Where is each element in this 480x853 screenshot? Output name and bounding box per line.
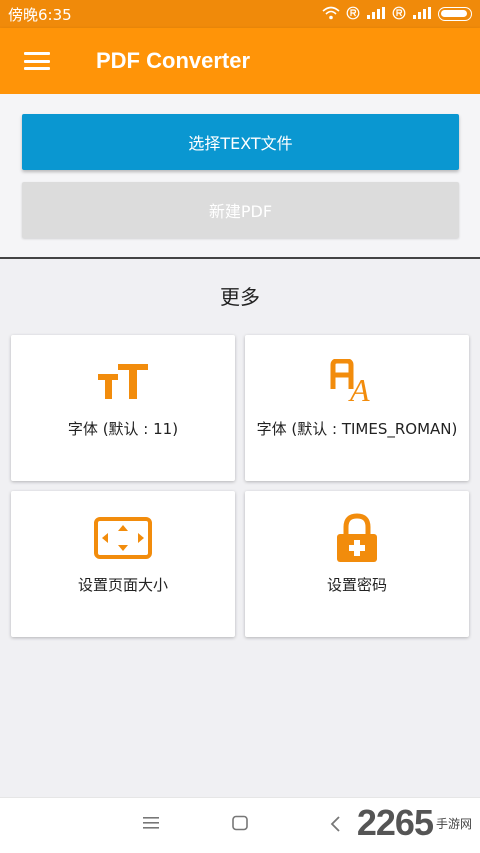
wifi-icon: [322, 6, 340, 23]
page-size-label: 设置页面大小: [77, 576, 168, 594]
font-size-label: 字体 (默认 : 11): [67, 420, 179, 438]
signal-icon-2: [412, 6, 432, 22]
home-button[interactable]: [231, 815, 249, 835]
page-size-icon: [93, 515, 153, 561]
page-size-card[interactable]: 设置页面大小: [11, 491, 235, 637]
status-bar: 傍晚6:35: [0, 0, 480, 28]
lock-plus-icon: [333, 513, 381, 562]
watermark-number: 2265: [356, 802, 434, 843]
select-text-file-button[interactable]: 选择TEXT文件: [22, 114, 459, 170]
font-family-label: 字体 (默认 : TIMES_ROMAN): [256, 420, 458, 438]
roaming-icon-2: [392, 6, 406, 23]
font-size-icon: [96, 359, 150, 405]
section-title: 更多: [220, 285, 260, 309]
font-family-icon: A: [330, 359, 384, 405]
watermark-logo: 2265 手游网: [357, 803, 472, 843]
password-card[interactable]: 设置密码: [245, 491, 469, 637]
font-size-card[interactable]: 字体 (默认 : 11): [11, 335, 235, 481]
battery-icon: [438, 7, 472, 21]
svg-text:A: A: [348, 372, 370, 405]
roaming-icon: [346, 6, 360, 23]
back-button[interactable]: [328, 815, 342, 837]
watermark-text: 手游网: [435, 816, 472, 831]
status-time: 傍晚6:35: [8, 5, 72, 24]
status-icons: [322, 6, 472, 23]
top-panel: 选择TEXT文件 新建PDF: [0, 94, 480, 259]
new-pdf-button[interactable]: 新建PDF: [22, 182, 459, 238]
recent-apps-button[interactable]: [142, 815, 160, 835]
app-title: PDF Converter: [96, 48, 251, 73]
app-bar: PDF Converter: [0, 28, 480, 94]
password-label: 设置密码: [326, 576, 387, 594]
font-family-card[interactable]: A 字体 (默认 : TIMES_ROMAN): [245, 335, 469, 481]
signal-icon: [366, 6, 386, 22]
menu-icon[interactable]: [24, 52, 50, 70]
